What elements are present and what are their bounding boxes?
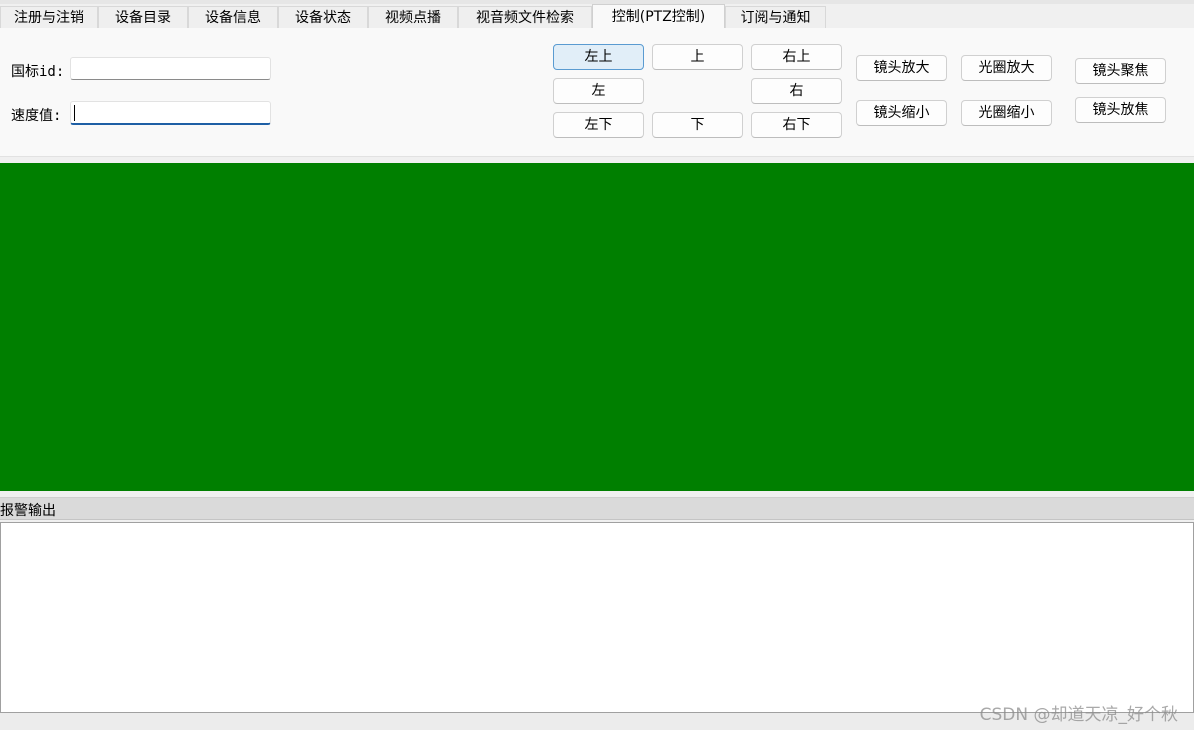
focus-near-button[interactable]: 镜头聚焦 — [1075, 58, 1166, 84]
tab-register[interactable]: 注册与注销 — [0, 6, 98, 28]
iris-close-button[interactable]: 光圈缩小 — [961, 100, 1052, 126]
watermark-text: CSDN @却道天凉_好个秋 — [979, 705, 1178, 725]
speed-label: 速度值: — [11, 108, 62, 124]
focus-far-button[interactable]: 镜头放焦 — [1075, 97, 1166, 123]
gb-id-label: 国标id: — [11, 64, 65, 80]
iris-open-button[interactable]: 光圈放大 — [961, 55, 1052, 81]
video-display — [0, 163, 1194, 491]
ptz-up-left-button[interactable]: 左上 — [553, 44, 644, 70]
gb-id-input[interactable] — [70, 57, 271, 80]
ptz-up-right-button[interactable]: 右上 — [751, 44, 842, 70]
tab-video-play[interactable]: 视频点播 — [368, 6, 458, 28]
tab-device-status[interactable]: 设备状态 — [278, 6, 368, 28]
zoom-in-button[interactable]: 镜头放大 — [856, 55, 947, 81]
speed-input[interactable] — [70, 101, 271, 125]
alarm-output-header: 报警输出 — [0, 497, 1194, 520]
ptz-down-left-button[interactable]: 左下 — [553, 112, 644, 138]
tab-record-search[interactable]: 视音频文件检索 — [458, 6, 592, 28]
text-caret — [74, 105, 75, 121]
ptz-down-button[interactable]: 下 — [652, 112, 743, 138]
tab-subscribe-notify[interactable]: 订阅与通知 — [725, 6, 826, 28]
tab-ptz-control[interactable]: 控制(PTZ控制) — [592, 4, 725, 29]
tab-device-catalog[interactable]: 设备目录 — [98, 6, 188, 28]
ptz-down-right-button[interactable]: 右下 — [751, 112, 842, 138]
tab-device-info[interactable]: 设备信息 — [188, 6, 278, 28]
ptz-left-button[interactable]: 左 — [553, 78, 644, 104]
ptz-control-panel: 国标id: 速度值: 左上 上 右上 左 右 左下 下 右下 镜头放大 镜头缩小… — [0, 28, 1194, 157]
tab-bar: 注册与注销 设备目录 设备信息 设备状态 视频点播 视音频文件检索 控制(PTZ… — [0, 4, 1194, 29]
ptz-up-button[interactable]: 上 — [652, 44, 743, 70]
alarm-output-title: 报警输出 — [0, 503, 56, 519]
alarm-output-textbox[interactable] — [0, 522, 1194, 713]
ptz-right-button[interactable]: 右 — [751, 78, 842, 104]
zoom-out-button[interactable]: 镜头缩小 — [856, 100, 947, 126]
